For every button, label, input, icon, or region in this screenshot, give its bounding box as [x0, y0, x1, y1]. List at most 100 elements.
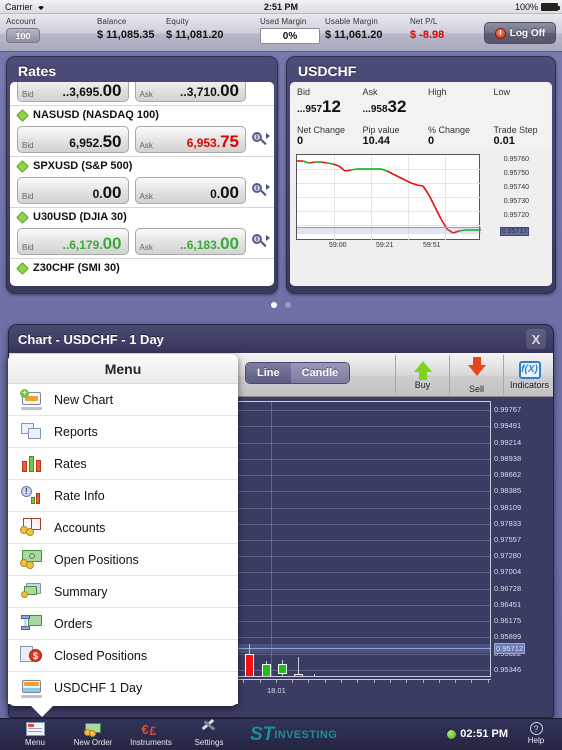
- menu-item-reports[interactable]: Reports: [8, 416, 238, 448]
- menu-item-open-positions[interactable]: Open Positions: [8, 544, 238, 576]
- page-indicator[interactable]: [0, 302, 562, 308]
- menu-item-label: New Chart: [54, 392, 114, 407]
- new-chart-icon: +: [20, 388, 44, 411]
- chart-price-tick: 0.98109: [494, 502, 522, 512]
- ask-box[interactable]: Ask ..3,710.00: [134, 82, 246, 102]
- close-icon[interactable]: X: [526, 329, 546, 349]
- used-margin-label: Used Margin: [260, 17, 307, 26]
- menu-item-label: USDCHF 1 Day: [54, 681, 143, 695]
- chart-price-tick: 0.97004: [494, 567, 522, 577]
- ios-status-bar: Carrier 2:51 PM 100%: [0, 0, 562, 14]
- page-dot[interactable]: [271, 302, 277, 308]
- rate-info-magnifier-icon[interactable]: i: [250, 231, 270, 253]
- rate-row-name[interactable]: Z30CHF (SMI 30): [10, 258, 274, 277]
- indicators-label: Indicators: [509, 379, 550, 390]
- buy-button[interactable]: Buy: [395, 355, 449, 395]
- account-badge[interactable]: 100: [6, 28, 40, 43]
- settings-icon: [200, 718, 219, 737]
- bid-box[interactable]: Bid ..3,695.00: [17, 82, 129, 102]
- candle: [261, 402, 271, 676]
- page-dot[interactable]: [285, 302, 291, 308]
- rate-row-quotes[interactable]: Bid 0.00 Ask 0.00 i: [10, 175, 274, 207]
- rate-row-name[interactable]: NASUSD (NASDAQ 100): [10, 105, 274, 124]
- mini-chart-y-tick: 0.95750: [503, 170, 529, 177]
- rates-icon: [20, 453, 44, 475]
- help-button[interactable]: ? Help: [516, 722, 556, 745]
- chart-type-segmented-control[interactable]: Line Candle: [245, 362, 351, 384]
- bid-box[interactable]: Bid 6,952.50: [17, 126, 129, 153]
- quote-fields-row1: Bid ...95712 Ask ...95832 High Low: [290, 82, 552, 120]
- menu-list[interactable]: + New Chart Reports Rates! Rate Info Accounts…: [8, 384, 238, 704]
- menu-item-summary[interactable]: Summary: [8, 576, 238, 608]
- instruments-icon: € £: [141, 722, 157, 738]
- mini-chart-x-tick: 59:51: [423, 242, 441, 249]
- menu-item-rates[interactable]: Rates: [8, 448, 238, 480]
- instrument-name: Z30CHF (SMI 30): [33, 262, 120, 274]
- ask-box[interactable]: Ask 0.00: [134, 177, 246, 204]
- bid-box[interactable]: Bid 0.00: [17, 177, 129, 204]
- tab-line[interactable]: Line: [246, 363, 291, 383]
- chart-price-tick: 0.96451: [494, 599, 522, 609]
- chart-price-tick: 0.98938: [494, 453, 522, 463]
- quote-field-value: ...95712: [297, 97, 341, 116]
- equity-label: Equity: [166, 17, 189, 26]
- ask-box[interactable]: Ask ..6,183.00: [134, 228, 246, 255]
- quote-field-value: ...95832: [362, 97, 407, 116]
- menu-item-label: Summary: [54, 584, 108, 599]
- bid-box-label: Bid: [22, 90, 34, 99]
- menu-item-label: Rate Info: [54, 488, 105, 503]
- menu-item-closed-positions[interactable]: $ Closed Positions: [8, 640, 238, 672]
- quote-field-label: Ask: [362, 87, 378, 97]
- menu-item-orders[interactable]: Orders: [8, 608, 238, 640]
- toolbar-new-order-label: New Order: [73, 738, 113, 747]
- rates-panel-title: Rates: [18, 63, 57, 79]
- indicators-button[interactable]: f(X) Indicators: [503, 355, 553, 395]
- tab-candle[interactable]: Candle: [290, 363, 350, 383]
- rates-list[interactable]: Bid ..3,695.00 Ask ..3,710.00 NASUSD (NASDAQ…: [10, 82, 274, 286]
- instrument-name: SPXUSD (S&P 500): [33, 160, 133, 172]
- quote-field: Net Change 0: [290, 123, 356, 150]
- rate-row-quotes[interactable]: Bid ..6,179.00 Ask ..6,183.00 i: [10, 226, 274, 258]
- bottom-toolbar: Menu New Order € £ Instruments Settings …: [0, 718, 562, 750]
- menu-item-label: Open Positions: [54, 552, 139, 567]
- mini-chart[interactable]: 0.95760 0.95750 0.95740 0.95730 0.95720 0.957…: [290, 150, 552, 286]
- rate-row-name[interactable]: SPXUSD (S&P 500): [10, 156, 274, 175]
- used-margin-value[interactable]: 0%: [260, 28, 320, 44]
- mini-chart-price-axis: 0.95760 0.95750 0.95740 0.95730 0.95720 0.957…: [485, 154, 549, 240]
- used-margin-cell: Used Margin 0%: [260, 17, 320, 44]
- rate-row-quotes[interactable]: Bid ..3,695.00 Ask ..3,710.00: [10, 82, 274, 105]
- menu-item-accounts[interactable]: Accounts: [8, 512, 238, 544]
- menu-item-usdchf-1-day[interactable]: USDCHF 1 Day: [8, 672, 238, 704]
- log-off-button[interactable]: Log Off: [484, 22, 556, 44]
- ask-box-label: Ask: [139, 90, 153, 99]
- toolbar-menu-button[interactable]: Menu: [6, 721, 64, 750]
- toolbar-new-order-button[interactable]: New Order: [64, 721, 122, 750]
- bid-box[interactable]: Bid ..6,179.00: [17, 228, 129, 255]
- toolbar-instruments-button[interactable]: € £ Instruments: [122, 721, 180, 750]
- menu-item-rate-info[interactable]: ! Rate Info: [8, 480, 238, 512]
- chart-titlebar: Chart - USDCHF - 1 Day X: [9, 325, 553, 353]
- chart-price-tick: 0.97833: [494, 518, 522, 528]
- sell-button[interactable]: Sell: [449, 355, 503, 395]
- menu-item-new-chart[interactable]: + New Chart: [8, 384, 238, 416]
- rate-info-magnifier-icon[interactable]: i: [250, 129, 270, 151]
- log-off-label: Log Off: [509, 27, 546, 39]
- chart-price-tick: 0.95346: [494, 664, 522, 674]
- toolbar-settings-button[interactable]: Settings: [180, 718, 238, 750]
- rate-row-name[interactable]: U30USD (DJIA 30): [10, 207, 274, 226]
- chart-price-tick: 0.97280: [494, 551, 522, 561]
- open-positions-icon: [20, 549, 44, 571]
- clock-label: 02:51 PM: [460, 728, 508, 740]
- new-order-icon: [83, 721, 103, 737]
- ask-box-label: Ask: [139, 192, 153, 201]
- chart-price-tick: 0.98662: [494, 470, 522, 480]
- candle: [277, 402, 287, 676]
- quote-field: Low: [487, 85, 553, 120]
- chart-price-tick: 0.95899: [494, 632, 522, 642]
- closed-positions-icon: $: [20, 645, 44, 667]
- chart-price-axis: 0.99767 0.99491 0.99214 0.98938 0.98662 0.983…: [491, 401, 553, 677]
- rate-row-quotes[interactable]: Bid 6,952.50 Ask 6,953.75 i: [10, 124, 274, 156]
- rate-info-magnifier-icon[interactable]: i: [250, 180, 270, 202]
- accounts-icon: [20, 517, 44, 539]
- ask-box[interactable]: Ask 6,953.75: [134, 126, 246, 153]
